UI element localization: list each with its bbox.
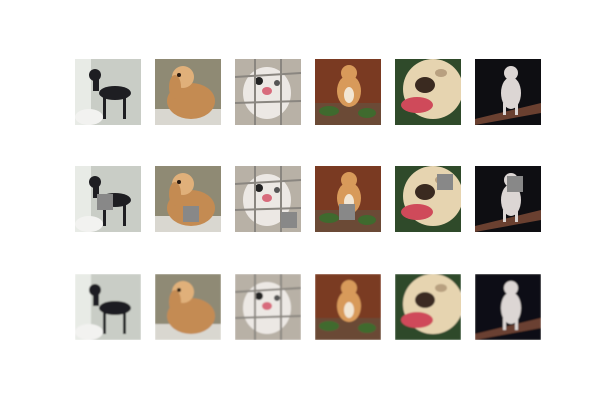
original-image-black-dog — [75, 59, 141, 125]
occlusion-patch — [437, 174, 453, 190]
occluded-image-white-cat — [235, 166, 301, 232]
reconstructed-image-black-dog — [75, 274, 141, 340]
original-image-orange-cat — [315, 59, 381, 125]
occlusion-patch — [281, 212, 297, 228]
occluded-image-cat-on-ledge — [475, 166, 541, 232]
occluded-image-black-dog — [75, 166, 141, 232]
original-image-cat-on-ledge — [475, 59, 541, 125]
original-image-spaniel — [155, 59, 221, 125]
occlusion-patch — [339, 204, 355, 220]
occlusion-patch — [183, 206, 199, 222]
occlusion-patch — [507, 176, 523, 192]
reconstructed-image-bulldog — [395, 274, 461, 340]
occlusion-patch — [97, 194, 113, 210]
occluded-image-spaniel — [155, 166, 221, 232]
reconstructed-image-spaniel — [155, 274, 221, 340]
original-image-white-cat — [235, 59, 301, 125]
original-image-bulldog — [395, 59, 461, 125]
reconstructed-image-white-cat — [235, 274, 301, 340]
reconstructed-image-cat-on-ledge — [475, 274, 541, 340]
occluded-image-bulldog — [395, 166, 461, 232]
occluded-image-orange-cat — [315, 166, 381, 232]
reconstructed-image-orange-cat — [315, 274, 381, 340]
